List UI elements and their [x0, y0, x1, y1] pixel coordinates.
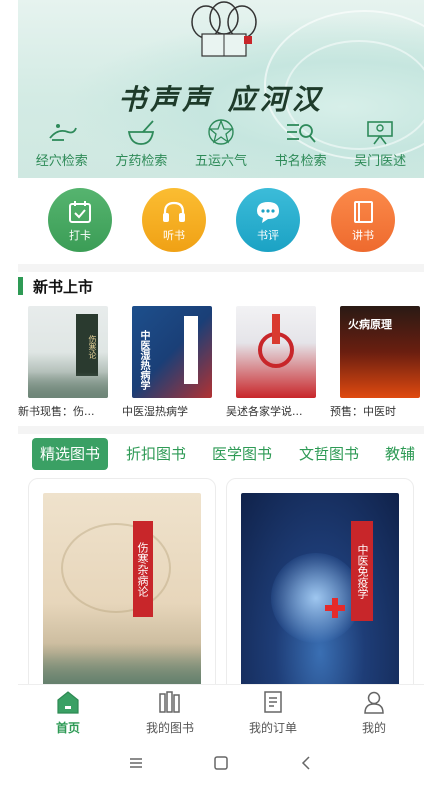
home-icon: [57, 691, 79, 714]
nav-label: 我的: [361, 721, 386, 735]
cover-title: 中医湿热病学: [138, 330, 149, 390]
book-caption: 中医湿热病学: [122, 405, 188, 418]
book-caption: 吴述各家学说...: [226, 405, 303, 418]
category-book-search[interactable]: 书名检索: [261, 118, 341, 169]
category-acupoint[interactable]: 经穴检索: [22, 118, 102, 169]
nav-my-orders[interactable]: 我的订单: [233, 689, 313, 736]
category-tabs: 精选图书 折扣图书 医学图书 文哲图书 教辅: [18, 438, 424, 470]
section-title: 新书上市: [33, 277, 94, 296]
menu-icon[interactable]: [126, 754, 146, 772]
category-row: 经穴检索 方药检索 五运六气 书名检索 吴门医述: [18, 118, 424, 169]
new-books-carousel[interactable]: 伤寒论 新书现售：伤... 中医湿热病学 中医湿热病学 吴述各家学说... 火病…: [18, 306, 424, 424]
listen-button[interactable]: 听书: [142, 188, 206, 252]
book-caption: 预售：中医时: [330, 405, 396, 418]
book-cover: 伤寒论: [28, 306, 108, 398]
category-label: 经穴检索: [35, 154, 88, 169]
user-icon: [364, 691, 384, 714]
book-card[interactable]: 伤寒杂病论: [28, 478, 216, 684]
pentagram-icon: [208, 119, 234, 145]
bookshelf-icon: [159, 691, 180, 713]
top-banner[interactable]: 书声声 应河汉 经穴检索 方药检索 五运六气 书名检索 吴门医述: [18, 0, 424, 178]
review-button[interactable]: 书评: [236, 188, 300, 252]
tab-featured[interactable]: 精选图书: [32, 438, 109, 470]
book-cover: 中医湿热病学: [132, 306, 212, 398]
book-icon: [354, 201, 373, 223]
section-divider: [18, 264, 424, 272]
category-wumen[interactable]: 吴门医述: [340, 118, 420, 169]
acupoint-icon: [49, 124, 77, 141]
cover-title: 中医免疫学: [351, 521, 373, 621]
category-prescription[interactable]: 方药检索: [102, 118, 182, 169]
tab-textbook[interactable]: 教辅: [385, 438, 415, 470]
nav-label: 我的图书: [145, 721, 194, 735]
book-cover: 火病原理: [340, 306, 420, 398]
action-label: 打卡: [69, 229, 91, 242]
action-label: 讲书: [352, 229, 374, 242]
calendar-check-icon: [69, 201, 91, 223]
nav-my-books[interactable]: 我的图书: [130, 689, 210, 736]
system-nav-bar: [0, 740, 442, 786]
category-label: 五运六气: [194, 154, 247, 169]
bottom-nav: 首页 我的图书 我的订单 我的: [18, 684, 424, 740]
book-cover: [236, 306, 316, 398]
tab-medical[interactable]: 医学图书: [212, 438, 272, 470]
book-grid: 伤寒杂病论 中医免疫学: [18, 478, 424, 684]
checkin-button[interactable]: 打卡: [48, 188, 112, 252]
category-label: 方药检索: [115, 154, 168, 169]
book-caption: 新书现售：伤...: [18, 405, 95, 418]
book-cover-image: 伤寒杂病论: [43, 493, 201, 684]
mortar-icon: [128, 120, 155, 145]
section-accent-bar: [18, 277, 23, 295]
cover-title: 火病原理: [348, 318, 392, 331]
new-book-item[interactable]: 中医湿热病学 中医湿热病学: [122, 306, 222, 419]
category-label: 书名检索: [274, 154, 327, 169]
headphones-icon: [163, 201, 185, 222]
new-book-item[interactable]: 吴述各家学说...: [226, 306, 326, 419]
banner-slogan: 书声声 应河汉: [118, 83, 324, 116]
lecture-button[interactable]: 讲书: [331, 188, 395, 252]
new-book-item[interactable]: 火病原理 预售：中医时: [330, 306, 424, 419]
section-divider: [18, 426, 424, 434]
lecture-icon: [367, 121, 393, 145]
nav-home[interactable]: 首页: [28, 689, 108, 736]
tab-literature[interactable]: 文哲图书: [299, 438, 359, 470]
nav-label: 首页: [55, 721, 80, 735]
chat-bubble-icon: [257, 202, 279, 223]
action-label: 听书: [163, 229, 185, 242]
back-icon[interactable]: [296, 754, 316, 772]
list-search-icon: [286, 124, 316, 143]
book-cover-image: 中医免疫学: [241, 493, 399, 684]
book-card[interactable]: 中医免疫学: [226, 478, 414, 684]
nav-label: 我的订单: [248, 721, 297, 735]
action-label: 书评: [257, 229, 279, 242]
category-label: 吴门医述: [354, 154, 407, 169]
app-logo: [191, 1, 257, 57]
nav-profile[interactable]: 我的: [334, 689, 414, 736]
new-books-header: 新书上市: [18, 276, 93, 296]
receipt-icon: [264, 691, 282, 713]
cover-title: 伤寒杂病论: [133, 521, 153, 617]
quick-actions: 打卡 听书 书评 讲书: [18, 188, 424, 258]
home-square-icon[interactable]: [211, 754, 231, 772]
new-book-item[interactable]: 伤寒论 新书现售：伤...: [18, 306, 118, 419]
tab-discount[interactable]: 折扣图书: [126, 438, 186, 470]
cover-title: 伤寒论: [76, 314, 98, 376]
category-wuyun[interactable]: 五运六气: [181, 118, 261, 169]
